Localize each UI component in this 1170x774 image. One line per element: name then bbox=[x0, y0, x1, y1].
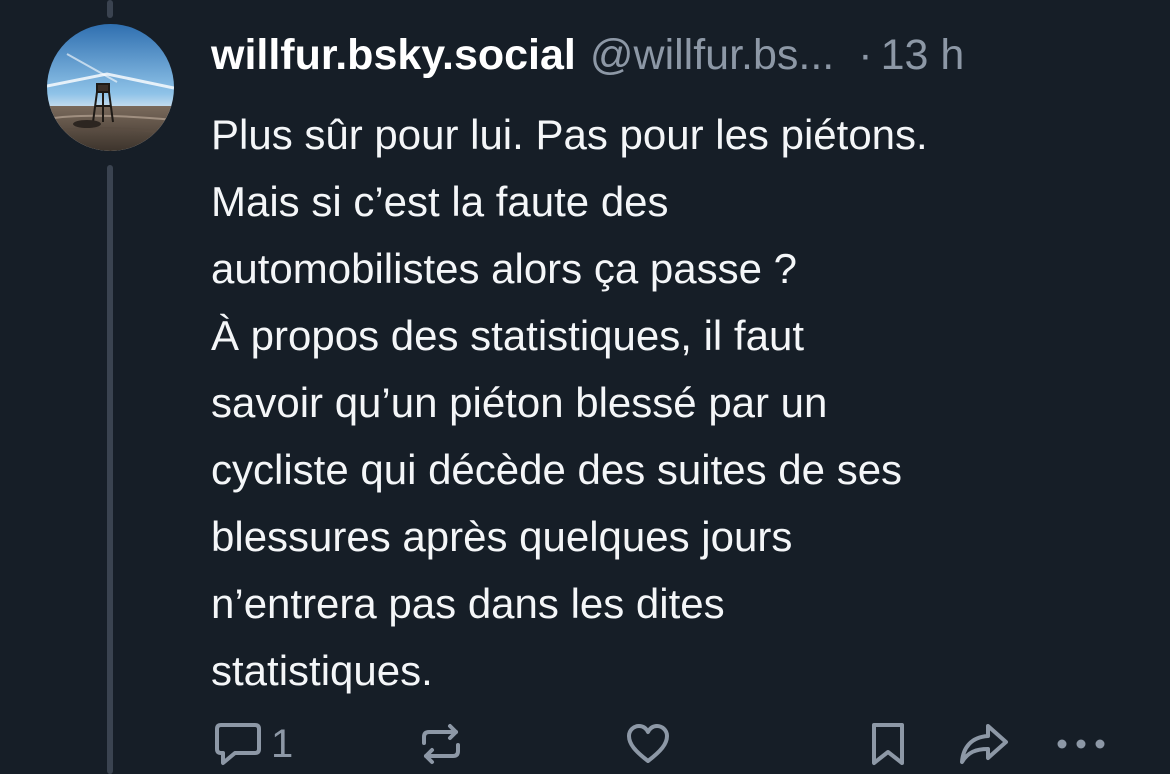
repost-button[interactable] bbox=[418, 714, 464, 774]
post-text-line: n’entrera pas dans les dites bbox=[211, 580, 725, 627]
post-header: willfur.bsky.social @willfur.bs... · 13 … bbox=[211, 26, 964, 84]
more-button[interactable] bbox=[1056, 714, 1106, 774]
post-text-line: statistiques. bbox=[211, 647, 433, 694]
bookmark-icon bbox=[868, 721, 908, 767]
reply-count: 1 bbox=[271, 721, 294, 766]
post-text-line: automobilistes alors ça passe ? bbox=[211, 245, 797, 292]
more-icon bbox=[1056, 738, 1106, 750]
like-button[interactable] bbox=[625, 714, 671, 774]
repost-icon bbox=[418, 721, 464, 767]
post-text-line: blessures après quelques jours bbox=[211, 513, 793, 560]
share-icon bbox=[958, 722, 1010, 766]
post-text-line: À propos des statistiques, il faut bbox=[211, 312, 804, 359]
user-handle[interactable]: @willfur.bs... bbox=[590, 26, 834, 84]
avatar-image bbox=[47, 24, 174, 151]
post-text-line: savoir qu’un piéton blessé par un bbox=[211, 379, 828, 426]
reply-icon bbox=[213, 721, 263, 767]
post-actions: 1 bbox=[0, 714, 1170, 774]
separator-dot: · bbox=[858, 31, 873, 79]
display-name[interactable]: willfur.bsky.social bbox=[211, 26, 576, 84]
like-icon bbox=[625, 723, 671, 765]
thread-line bbox=[107, 165, 113, 774]
reply-button[interactable]: 1 bbox=[213, 714, 293, 774]
avatar[interactable] bbox=[47, 24, 174, 151]
post-text-line: cycliste qui décède des suites de ses bbox=[211, 446, 903, 493]
thread-line-top bbox=[107, 0, 113, 18]
post-text-line: Mais si c’est la faute des bbox=[211, 178, 669, 225]
post-timestamp[interactable]: 13 h bbox=[881, 26, 965, 84]
post-text-line: Plus sûr pour lui. Pas pour les piétons. bbox=[211, 111, 928, 158]
post-text: Plus sûr pour lui. Pas pour les piétons.… bbox=[211, 101, 1141, 704]
bookmark-button[interactable] bbox=[868, 714, 908, 774]
share-button[interactable] bbox=[958, 714, 1010, 774]
